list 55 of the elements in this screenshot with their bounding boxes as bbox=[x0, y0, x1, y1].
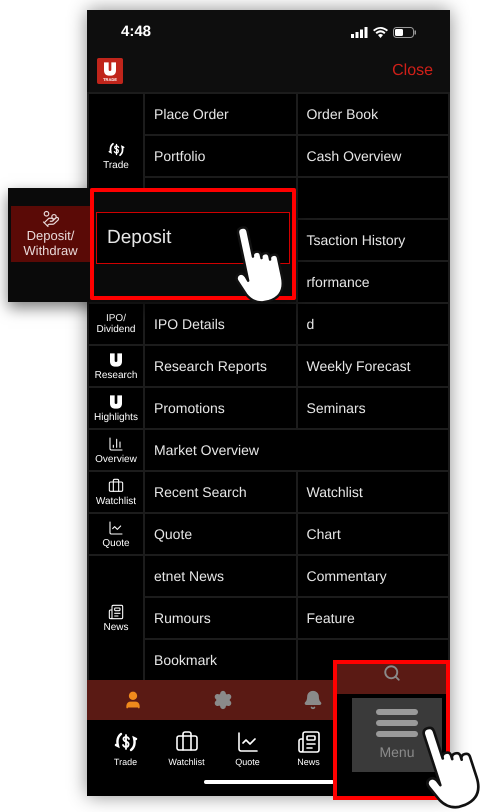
menu-item[interactable]: d bbox=[298, 304, 448, 344]
bar-chart-icon bbox=[108, 436, 124, 452]
menu-item[interactable]: Portfolio bbox=[145, 136, 296, 176]
hamburger-icon bbox=[376, 708, 418, 738]
tab-bar-item[interactable]: Watchlist bbox=[156, 730, 217, 770]
search-icon[interactable] bbox=[382, 664, 400, 682]
menu-item[interactable]: Tsaction History bbox=[298, 220, 448, 260]
menu-item[interactable]: Place Order bbox=[145, 94, 296, 134]
menu-item[interactable]: Feature bbox=[298, 598, 448, 638]
tab-bar-item[interactable]: News bbox=[278, 730, 339, 770]
status-time: 4:48 bbox=[121, 22, 152, 42]
category-button[interactable]: IPO/ Dividend bbox=[89, 304, 143, 344]
menu-item[interactable]: Order Book bbox=[298, 94, 448, 134]
briefcase-icon bbox=[108, 478, 124, 494]
close-button[interactable]: Close bbox=[392, 59, 433, 83]
category-button[interactable]: Overview bbox=[89, 430, 143, 470]
deposit-item[interactable]: Deposit bbox=[96, 212, 290, 264]
category-button[interactable]: News bbox=[89, 556, 143, 680]
signal-icon bbox=[351, 26, 368, 38]
line-chart-icon bbox=[108, 520, 124, 536]
menu-item[interactable]: etnet News bbox=[145, 556, 296, 596]
category-button[interactable]: Research bbox=[89, 346, 143, 386]
category-button[interactable]: Deposit/ Withdraw bbox=[11, 206, 90, 262]
tab-bar-item[interactable]: Trade bbox=[95, 730, 156, 770]
menu-item[interactable]: Chart bbox=[298, 514, 448, 554]
menu-item[interactable]: Watchlist bbox=[298, 472, 448, 512]
category-button[interactable]: Quote bbox=[89, 514, 143, 554]
menu-item[interactable]: Research Reports bbox=[145, 346, 296, 386]
bell-icon[interactable] bbox=[303, 690, 323, 710]
newspaper-icon bbox=[108, 604, 124, 620]
menu-item[interactable]: Commentary bbox=[298, 556, 448, 596]
menu-item[interactable]: Rumours bbox=[145, 598, 296, 638]
tab-bar-item[interactable]: Quote bbox=[217, 730, 278, 770]
dollar-arrows-icon bbox=[108, 141, 124, 158]
battery-icon bbox=[393, 26, 416, 38]
newspaper-icon bbox=[296, 730, 320, 754]
category-button[interactable]: Watchlist bbox=[89, 472, 143, 512]
menu-item[interactable]: Seminars bbox=[298, 388, 448, 428]
u-logo-icon bbox=[102, 60, 118, 76]
menu-item[interactable]: Recent Search bbox=[145, 472, 296, 512]
menu-item[interactable]: Cash Overview bbox=[298, 136, 448, 176]
category-button[interactable]: Highlights bbox=[89, 388, 143, 428]
menu-item[interactable]: Quote bbox=[145, 514, 296, 554]
settings-icon[interactable] bbox=[213, 690, 233, 710]
menu-item[interactable]: Promotions bbox=[145, 388, 296, 428]
menu-item[interactable]: IPO Details bbox=[145, 304, 296, 344]
u-logo-icon bbox=[108, 394, 124, 410]
u-logo-icon bbox=[108, 352, 124, 368]
menu-item[interactable]: Bookmark bbox=[145, 640, 296, 680]
menu-item[interactable]: Weekly Forecast bbox=[298, 346, 448, 386]
wifi-icon bbox=[373, 26, 388, 38]
line-chart-icon bbox=[236, 730, 260, 754]
menu-item[interactable]: Market Overview bbox=[145, 430, 448, 470]
menu-item[interactable]: rformance bbox=[298, 262, 448, 302]
hand-coin-icon bbox=[42, 210, 60, 228]
